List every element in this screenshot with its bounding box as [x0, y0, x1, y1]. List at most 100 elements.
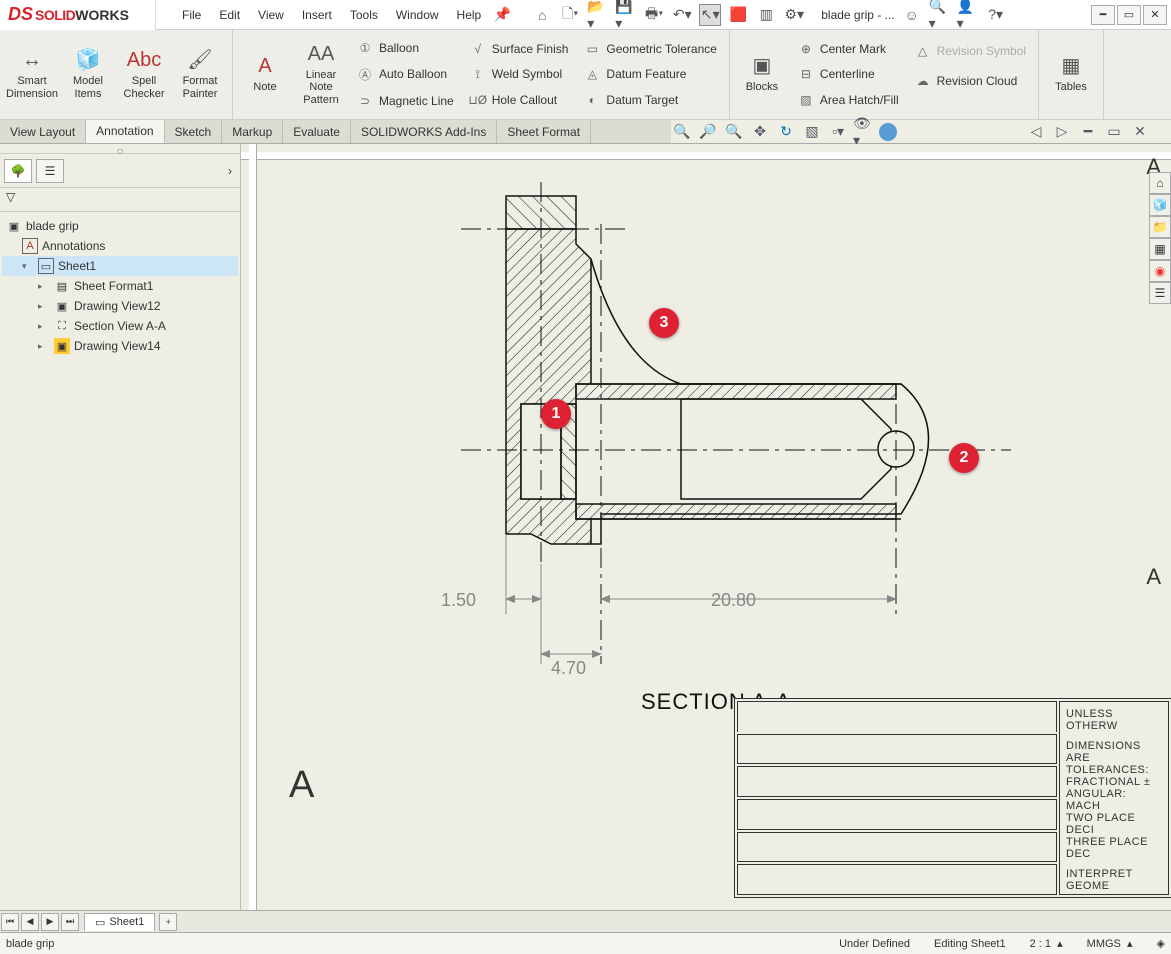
collapse-icon[interactable]: ▾: [22, 261, 34, 272]
task-library-icon[interactable]: 📁: [1149, 216, 1171, 238]
last-sheet-button[interactable]: ⏭: [61, 913, 79, 931]
task-resources-icon[interactable]: 🧊: [1149, 194, 1171, 216]
task-view-palette-icon[interactable]: ▦: [1149, 238, 1171, 260]
status-scale[interactable]: 2 : 1 ▴: [1030, 937, 1063, 950]
tree-drawing-view12[interactable]: ▸▣Drawing View12: [2, 296, 238, 316]
new-icon[interactable]: 🗋▾: [559, 4, 581, 26]
tree-annotations[interactable]: AAnnotations: [2, 236, 238, 256]
menu-edit[interactable]: Edit: [211, 4, 248, 26]
graphics-area[interactable]: A A A: [241, 144, 1171, 910]
rotate-icon[interactable]: ↻: [775, 121, 797, 143]
auto-balloon-button[interactable]: ⒶAuto Balloon: [353, 64, 458, 85]
minimize-button[interactable]: ━: [1091, 5, 1115, 25]
note-button[interactable]: ANote: [237, 34, 293, 115]
expand-icon[interactable]: ▸: [38, 281, 50, 292]
center-mark-button[interactable]: ⊕Center Mark: [794, 40, 903, 58]
tab-view-layout[interactable]: View Layout: [0, 120, 86, 143]
print-icon[interactable]: 🖶▾: [643, 4, 665, 26]
close-doc-icon[interactable]: ✕: [1129, 121, 1151, 143]
centerline-button[interactable]: ⊟Centerline: [794, 65, 903, 83]
expand-icon[interactable]: ▸: [38, 341, 50, 352]
prev-view-icon[interactable]: ◁: [1025, 121, 1047, 143]
tree-section-view[interactable]: ▸⛶Section View A-A: [2, 316, 238, 336]
options-icon[interactable]: ⚙▾: [783, 4, 805, 26]
min-doc-icon[interactable]: ━: [1077, 121, 1099, 143]
property-tab[interactable]: ☰: [36, 159, 64, 183]
feature-tree-tab[interactable]: 🌳: [4, 159, 32, 183]
filter-row[interactable]: ▽: [0, 188, 240, 212]
status-units[interactable]: MMGS ▴: [1087, 937, 1133, 950]
panel-handle[interactable]: ○: [0, 144, 240, 154]
display-style-icon[interactable]: ▫▾: [827, 121, 849, 143]
model-items-button[interactable]: 🧊Model Items: [60, 34, 116, 115]
prev-sheet-button[interactable]: ◀: [21, 913, 39, 931]
expand-icon[interactable]: ▸: [38, 301, 50, 312]
magnetic-line-button[interactable]: ⊃Magnetic Line: [353, 92, 458, 110]
close-button[interactable]: ✕: [1143, 5, 1167, 25]
weld-symbol-button[interactable]: ⟟Weld Symbol: [466, 65, 573, 84]
tab-annotation[interactable]: Annotation: [86, 120, 164, 143]
menu-tools[interactable]: Tools: [342, 4, 386, 26]
menu-view[interactable]: View: [250, 4, 292, 26]
search-icon[interactable]: 🔍▾: [929, 4, 951, 26]
datum-target-button[interactable]: ◐Datum Target: [580, 91, 721, 109]
next-view-icon[interactable]: ▷: [1051, 121, 1073, 143]
spell-checker-button[interactable]: AbcSpell Checker: [116, 34, 172, 115]
zoom-prev-icon[interactable]: 🔍: [723, 121, 745, 143]
home-icon[interactable]: ⌂: [531, 4, 553, 26]
hide-show-icon[interactable]: 👁▾: [853, 121, 875, 143]
open-icon[interactable]: 📂▾: [587, 4, 609, 26]
zoom-area-icon[interactable]: 🔎: [697, 121, 719, 143]
balloon-button[interactable]: ①Balloon: [353, 39, 458, 57]
tab-sketch[interactable]: Sketch: [165, 120, 223, 143]
panel-expand-icon[interactable]: ›: [224, 160, 236, 182]
area-hatch-button[interactable]: ▨Area Hatch/Fill: [794, 91, 903, 109]
tree-drawing-view14[interactable]: ▸▣Drawing View14: [2, 336, 238, 356]
section-view-icon[interactable]: ▧: [801, 121, 823, 143]
first-sheet-button[interactable]: ⏮: [1, 913, 19, 931]
save-icon[interactable]: 💾▾: [615, 4, 637, 26]
maximize-button[interactable]: ▭: [1117, 5, 1141, 25]
max-doc-icon[interactable]: ▭: [1103, 121, 1125, 143]
tab-markup[interactable]: Markup: [222, 120, 283, 143]
tree-sheet-format[interactable]: ▸▤Sheet Format1: [2, 276, 238, 296]
geometric-tolerance-button[interactable]: ▭Geometric Tolerance: [580, 40, 721, 58]
tab-addins[interactable]: SOLIDWORKS Add-Ins: [351, 120, 497, 143]
sheet-tab-1[interactable]: ▭Sheet1: [84, 913, 155, 931]
linear-note-pattern-button[interactable]: AALinear Note Pattern: [293, 34, 349, 115]
status-custom-icon[interactable]: ◈: [1157, 937, 1165, 950]
surface-finish-button[interactable]: √Surface Finish: [466, 40, 573, 58]
rebuild2-icon[interactable]: ▥: [755, 4, 777, 26]
menu-insert[interactable]: Insert: [294, 4, 340, 26]
blocks-button[interactable]: ▣Blocks: [734, 34, 790, 115]
menu-window[interactable]: Window: [388, 4, 447, 26]
rebuild-icon[interactable]: 🟥: [727, 4, 749, 26]
hole-callout-button[interactable]: ⊔ØHole Callout: [466, 91, 573, 109]
tables-button[interactable]: ▦Tables: [1043, 34, 1099, 115]
add-sheet-button[interactable]: +: [159, 913, 177, 931]
help-icon[interactable]: ?▾: [985, 4, 1007, 26]
smiley-icon[interactable]: ☺: [901, 4, 923, 26]
next-sheet-button[interactable]: ▶: [41, 913, 59, 931]
tree-root[interactable]: ▣blade grip: [2, 216, 238, 236]
tree-sheet1[interactable]: ▾▭Sheet1: [2, 256, 238, 276]
menu-help[interactable]: Help: [449, 4, 490, 26]
pan-icon[interactable]: ✥: [749, 121, 771, 143]
select-icon[interactable]: ↖▾: [699, 4, 721, 26]
expand-icon[interactable]: ▸: [38, 321, 50, 332]
format-painter-button[interactable]: 🖌Format Painter: [172, 34, 228, 115]
tab-sheet-format[interactable]: Sheet Format: [497, 120, 591, 143]
task-appearances-icon[interactable]: ◉: [1149, 260, 1171, 282]
user-icon[interactable]: 👤▾: [957, 4, 979, 26]
zoom-fit-icon[interactable]: 🔍: [671, 121, 693, 143]
task-custom-props-icon[interactable]: ☰: [1149, 282, 1171, 304]
revision-cloud-button[interactable]: ☁Revision Cloud: [911, 72, 1030, 90]
task-home-icon[interactable]: ⌂: [1149, 172, 1171, 194]
apply-scene-icon[interactable]: [879, 123, 897, 141]
undo-icon[interactable]: ↶▾: [671, 4, 693, 26]
datum-feature-button[interactable]: ◬Datum Feature: [580, 65, 721, 83]
tab-evaluate[interactable]: Evaluate: [283, 120, 351, 143]
pin-icon[interactable]: 📌: [491, 4, 513, 26]
menu-file[interactable]: File: [174, 4, 209, 26]
smart-dimension-button[interactable]: ↔Smart Dimension: [4, 34, 60, 115]
